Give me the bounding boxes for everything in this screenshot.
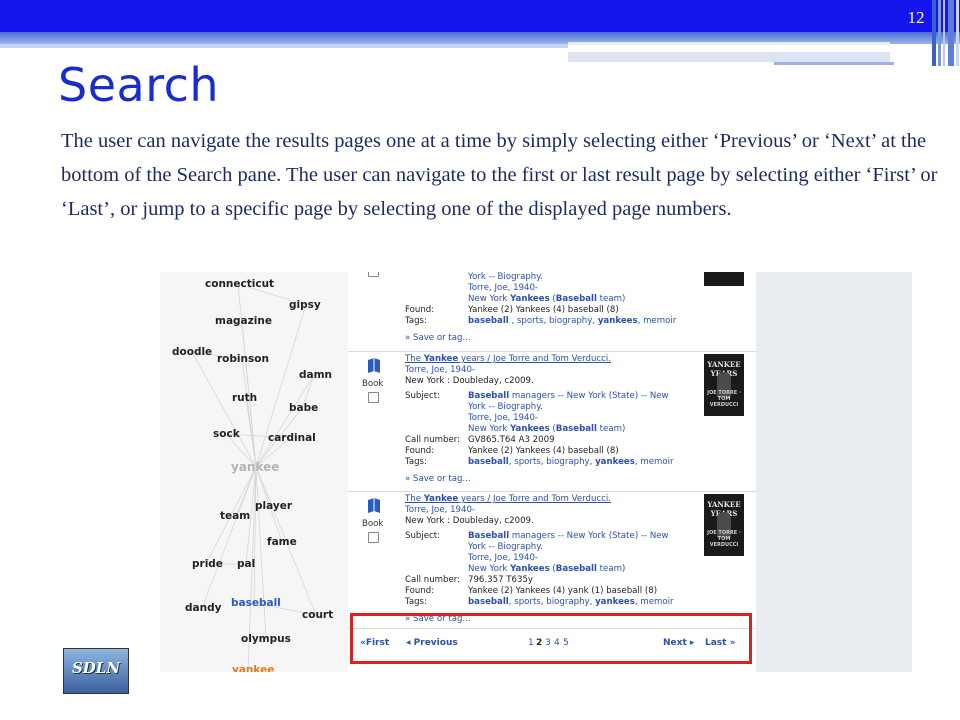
book-icon — [368, 358, 380, 373]
publisher-line: New York : Doubleday, c2009. — [405, 376, 534, 386]
select-checkbox[interactable] — [368, 392, 379, 403]
graph-word[interactable]: dandy — [185, 602, 221, 614]
subject-label: Subject: — [405, 531, 441, 541]
graph-word[interactable]: magazine — [215, 315, 272, 327]
header-accent-grey — [568, 52, 890, 62]
graph-center-word[interactable]: yankee — [231, 460, 279, 474]
record-title-link[interactable]: The Yankee years / Joe Torre and Tom Ver… — [405, 354, 611, 365]
graph-word[interactable]: cardinal — [268, 432, 316, 444]
slide-title: Search — [58, 58, 220, 112]
publisher-line: New York : Doubleday, c2009. — [405, 516, 534, 526]
search-screenshot: connecticut gipsy magazine doodle robins… — [160, 272, 912, 672]
tags-value: baseball, sports, biography, yankees, me… — [468, 597, 674, 607]
call-number-label: Call number: — [405, 575, 461, 585]
graph-word[interactable]: damn — [299, 369, 332, 381]
result-record: Book The Yankee years / Joe Torre and To… — [348, 351, 756, 491]
header-band-fade — [0, 44, 568, 48]
call-number-value: 796.357 T635y — [468, 575, 534, 585]
graph-word[interactable]: team — [220, 510, 250, 522]
author-link[interactable]: Torre, Joe, 1940- — [405, 505, 475, 516]
book-cover: YANKEE YEARS JOE TORRE · TOM VERDUCCI — [704, 494, 744, 556]
graph-word[interactable]: connecticut — [205, 278, 274, 290]
select-checkbox[interactable] — [368, 272, 379, 277]
save-or-tag-link[interactable]: » Save or tag... — [405, 333, 471, 344]
found-value: Yankee (2) Yankees (4) baseball (8) — [468, 446, 619, 456]
word-graph-pane: connecticut gipsy magazine doodle robins… — [160, 272, 349, 672]
header-accent-line — [568, 42, 890, 45]
subject-line[interactable]: New York Yankees (Baseball team) — [468, 564, 625, 574]
subject-line[interactable]: York -- Biography. — [468, 402, 543, 412]
graph-word[interactable]: fame — [267, 536, 297, 548]
graph-word[interactable]: doodle — [172, 346, 212, 358]
found-label: Found: — [405, 446, 435, 456]
graph-word[interactable]: yankee — [232, 664, 274, 672]
slide-number: 12 — [907, 8, 925, 27]
tags-value: baseball , sports, biography, yankees, m… — [468, 316, 677, 326]
graph-word[interactable]: olympus — [241, 633, 291, 645]
save-or-tag-link[interactable]: » Save or tag... — [405, 474, 471, 485]
subject-line[interactable]: Baseball managers -- New York (State) --… — [468, 391, 669, 401]
subject-line[interactable]: York -- Biography. — [468, 272, 543, 283]
graph-word[interactable]: player — [255, 500, 292, 512]
found-value: Yankee (2) Yankees (4) baseball (8) — [468, 305, 619, 315]
graph-word[interactable]: ruth — [232, 392, 257, 404]
found-label: Found: — [405, 586, 435, 596]
book-icon — [368, 498, 380, 513]
subject-label: Subject: — [405, 391, 441, 401]
graph-word[interactable]: sock — [213, 428, 240, 440]
call-number-value: GV865.T64 A3 2009 — [468, 435, 555, 445]
graph-word[interactable]: gipsy — [289, 299, 321, 311]
graph-word[interactable]: court — [302, 609, 333, 621]
found-value: Yankee (2) Yankees (4) yank (1) baseball… — [468, 586, 658, 596]
book-cover: YANKEE YEARS JOE TORRE · TOM VERDUCCI — [704, 354, 744, 416]
subject-line[interactable]: Torre, Joe, 1940- — [468, 413, 538, 423]
author-link[interactable]: Torre, Joe, 1940- — [405, 365, 475, 376]
tags-label: Tags: — [405, 316, 427, 326]
subject-line[interactable]: Torre, Joe, 1940- — [468, 283, 538, 294]
header-accent-blue — [774, 62, 894, 65]
sdln-logo: SDLN — [63, 648, 129, 694]
right-margin-pane — [756, 272, 912, 672]
call-number-label: Call number: — [405, 435, 461, 445]
subject-line[interactable]: New York Yankees (Baseball team) — [468, 424, 625, 434]
subject-line[interactable]: New York Yankees (Baseball team) — [468, 294, 625, 305]
tags-label: Tags: — [405, 597, 427, 607]
subject-line[interactable]: Baseball managers -- New York (State) --… — [468, 531, 669, 541]
subject-line[interactable]: Torre, Joe, 1940- — [468, 553, 538, 563]
record-title-link[interactable]: The Yankee years / Joe Torre and Tom Ver… — [405, 494, 611, 505]
slide-body-text: The user can navigate the results pages … — [61, 130, 938, 220]
graph-word[interactable]: pal — [237, 558, 255, 570]
subject-line[interactable]: York -- Biography. — [468, 542, 543, 552]
graph-word[interactable]: baseball — [231, 597, 281, 609]
graph-word[interactable]: pride — [192, 558, 223, 570]
found-label: Found: — [405, 305, 435, 315]
format-label: Book — [362, 379, 384, 389]
tags-value: baseball, sports, biography, yankees, me… — [468, 457, 674, 467]
pager-highlight-box — [350, 613, 752, 664]
tags-label: Tags: — [405, 457, 427, 467]
graph-word[interactable]: robinson — [217, 353, 269, 365]
result-record: Book The Yankee years / Joe Torre and To… — [348, 491, 756, 628]
select-checkbox[interactable] — [368, 532, 379, 543]
result-record: York -- Biography. Torre, Joe, 1940- New… — [348, 272, 756, 350]
header-vertical-bars — [932, 0, 960, 66]
search-results-pane: York -- Biography. Torre, Joe, 1940- New… — [348, 272, 756, 672]
book-cover — [704, 272, 744, 286]
format-label: Book — [362, 519, 384, 529]
graph-word[interactable]: babe — [289, 402, 318, 414]
header-band — [0, 0, 960, 32]
